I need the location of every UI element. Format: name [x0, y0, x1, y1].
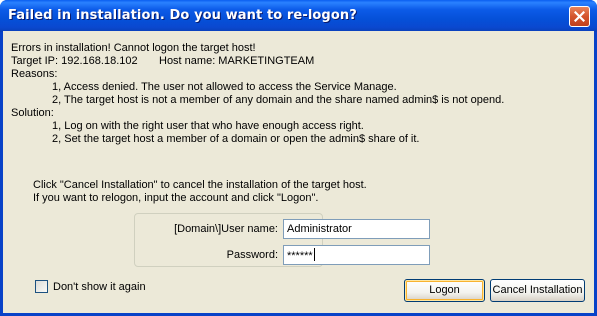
dialog-body: Errors in installation! Cannot logon the… — [3, 31, 594, 313]
close-button[interactable] — [569, 6, 590, 27]
dialog-window: Failed in installation. Do you want to r… — [0, 0, 597, 316]
instruction-relogon: If you want to relogon, input the accoun… — [33, 192, 319, 204]
instruction-cancel: Click "Cancel Installation" to cancel th… — [33, 179, 367, 191]
solution-1: 1, Log on with the right user that who h… — [52, 120, 364, 132]
username-value: Administrator — [287, 223, 352, 235]
window-title: Failed in installation. Do you want to r… — [8, 8, 357, 23]
title-bar[interactable]: Failed in installation. Do you want to r… — [0, 0, 597, 32]
host-name: Host name: MARKETINGTEAM — [159, 55, 315, 67]
close-icon — [574, 11, 585, 22]
solution-heading: Solution: — [11, 107, 54, 119]
reason-2: 2, The target host is not a member of an… — [52, 94, 505, 106]
dont-show-label[interactable]: Don't show it again — [53, 281, 146, 294]
username-label: [Domain\]User name: — [174, 223, 278, 235]
dont-show-checkbox[interactable] — [35, 280, 48, 293]
password-label: Password: — [226, 249, 278, 261]
reasons-heading: Reasons: — [11, 68, 58, 80]
password-input[interactable]: ****** — [283, 245, 430, 265]
text-caret — [313, 248, 315, 261]
logon-button[interactable]: Logon — [404, 279, 485, 302]
cancel-installation-button[interactable]: Cancel Installation — [490, 279, 585, 302]
password-value: ****** — [287, 250, 313, 262]
username-input[interactable]: Administrator — [283, 219, 430, 239]
target-ip: Target IP: 192.168.18.102 — [11, 55, 138, 67]
reason-1: 1, Access denied. The user not allowed t… — [52, 81, 397, 93]
solution-2: 2, Set the target host a member of a dom… — [52, 133, 420, 145]
error-message: Errors in installation! Cannot logon the… — [11, 42, 256, 54]
